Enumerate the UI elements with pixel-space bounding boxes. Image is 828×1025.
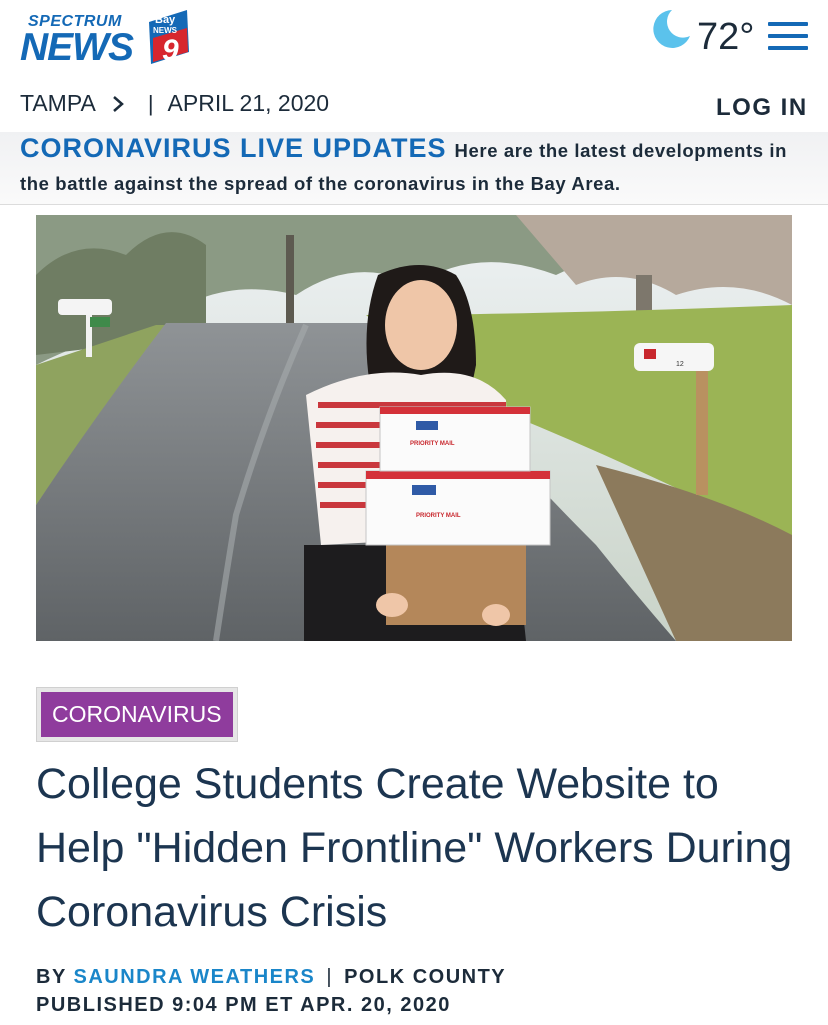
byline-region: POLK COUNTY bbox=[344, 966, 507, 988]
author-link[interactable]: SAUNDRA WEATHERS bbox=[73, 966, 315, 988]
site-header: SPECTRUM NEWS Bay NEWS 9 72° TAMPA | APR… bbox=[0, 0, 828, 132]
current-date: APRIL 21, 2020 bbox=[167, 90, 330, 116]
hamburger-menu-icon[interactable] bbox=[768, 22, 808, 50]
category-tag[interactable]: CORONAVIRUS bbox=[36, 687, 238, 742]
weather-widget[interactable]: 72° bbox=[650, 8, 760, 58]
login-button[interactable]: LOG IN bbox=[716, 94, 808, 122]
byline-separator: | bbox=[326, 966, 334, 988]
byline-prefix: BY bbox=[36, 966, 67, 988]
category-link[interactable]: CORONAVIRUS bbox=[41, 692, 233, 737]
location-date-bar: TAMPA | APRIL 21, 2020 bbox=[20, 90, 329, 117]
article-byline: BY SAUNDRA WEATHERS | POLK COUNTY PUBLIS… bbox=[36, 963, 506, 1019]
live-updates-banner[interactable]: CORONAVIRUS LIVE UPDATES Here are the lat… bbox=[0, 132, 828, 205]
byline-line: BY SAUNDRA WEATHERS | POLK COUNTY bbox=[36, 963, 506, 991]
banner-title: CORONAVIRUS LIVE UPDATES bbox=[20, 133, 447, 163]
spectrum-news-logo[interactable]: SPECTRUM NEWS Bay NEWS 9 bbox=[20, 10, 195, 70]
location-separator: | bbox=[147, 90, 154, 116]
moon-icon bbox=[653, 10, 690, 48]
hero-illustration: 12 PRIORITY MAIL PRIORITY MAIL bbox=[36, 215, 792, 641]
chevron-right-icon[interactable] bbox=[110, 94, 126, 114]
box-label-top: PRIORITY MAIL bbox=[410, 441, 455, 447]
publish-date: PUBLISHED 9:04 PM ET APR. 20, 2020 bbox=[36, 994, 451, 1016]
bay-news-9-badge-icon: Bay NEWS 9 bbox=[149, 10, 189, 67]
badge-nine-text: 9 bbox=[162, 34, 179, 67]
box-label-bottom: PRIORITY MAIL bbox=[416, 513, 461, 519]
location-label[interactable]: TAMPA bbox=[20, 90, 96, 117]
article-headline: College Students Create Website to Help … bbox=[36, 760, 793, 936]
temperature: 72° bbox=[697, 16, 755, 58]
banner-text-block: CORONAVIRUS LIVE UPDATES Here are the lat… bbox=[20, 132, 815, 200]
badge-bay-text: Bay bbox=[155, 14, 176, 26]
hero-image[interactable]: 12 PRIORITY MAIL PRIORITY MAIL bbox=[36, 215, 792, 641]
logo-news-text: NEWS bbox=[20, 26, 134, 69]
mailbox-number: 12 bbox=[676, 361, 684, 368]
